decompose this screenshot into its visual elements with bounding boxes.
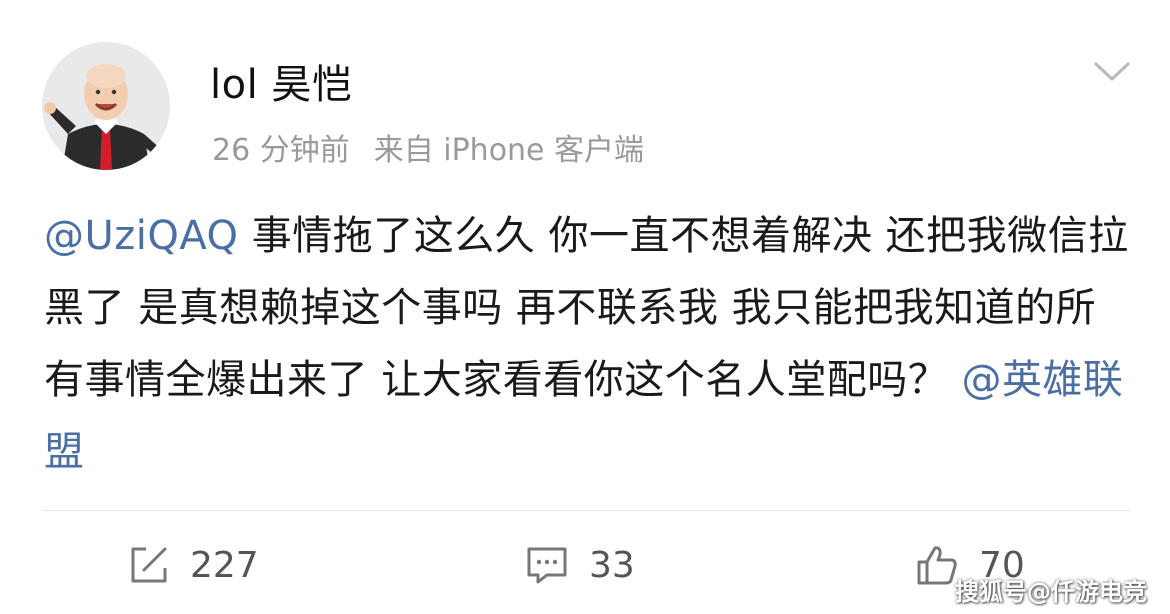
mention-uziqaq[interactable]: @UziQAQ	[44, 213, 239, 259]
share-button[interactable]: 227	[128, 530, 259, 600]
comment-count: 33	[589, 544, 635, 586]
share-count: 227	[190, 544, 259, 586]
weibo-post: lol 昊恺 26 分钟前 来自 iPhone 客户端 @UziQAQ 事情拖了这…	[0, 0, 1170, 614]
post-meta: 26 分钟前 来自 iPhone 客户端	[212, 125, 644, 169]
avatar[interactable]	[42, 42, 170, 170]
share-icon	[131, 547, 167, 583]
comment-icon	[527, 547, 567, 584]
post-source: 来自 iPhone 客户端	[373, 133, 645, 168]
divider	[42, 510, 1130, 511]
comment-button[interactable]: 33	[525, 530, 635, 600]
post-content: @UziQAQ 事情拖了这么久 你一直不想着解决 还把我微信拉黑了 是真想赖掉这…	[44, 200, 1134, 488]
thumbs-up-icon	[917, 546, 957, 585]
username[interactable]: lol 昊恺	[210, 52, 352, 110]
post-time: 26 分钟前	[212, 133, 350, 168]
avatar-image	[42, 42, 170, 170]
watermark: 搜狐号@仟游电竞	[955, 578, 1147, 606]
chevron-down-icon[interactable]	[1092, 58, 1132, 84]
